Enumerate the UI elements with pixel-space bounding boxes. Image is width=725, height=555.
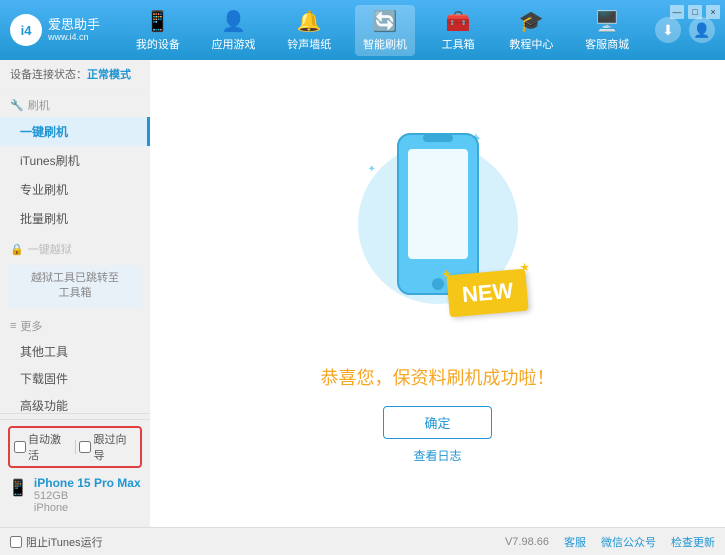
bottom-bar: 阻止iTunes运行 V7.98.66 客服 微信公众号 检查更新 xyxy=(0,527,725,555)
toolbox-icon: 🧰 xyxy=(446,9,471,34)
lock-icon: 🔒 xyxy=(10,243,24,256)
view-log-link[interactable]: 查看日志 xyxy=(413,447,461,464)
flash-group-header: 🔧 刷机 xyxy=(0,93,150,117)
new-badge: NEW xyxy=(446,268,529,317)
nav-tutorial[interactable]: 🎓 教程中心 xyxy=(501,5,561,56)
sidebar-item-one-click-flash[interactable]: 一键刷机 xyxy=(0,117,150,146)
check-update-link[interactable]: 检查更新 xyxy=(671,534,715,550)
more-section-header: ≡ 更多 xyxy=(0,314,150,338)
sidebar-scroll: 🔧 刷机 一键刷机 iTunes刷机 专业刷机 批量刷机 🔒 一键越狱 xyxy=(0,89,150,413)
flash-group: 🔧 刷机 一键刷机 iTunes刷机 专业刷机 批量刷机 xyxy=(0,93,150,233)
logo-icon: i4 xyxy=(10,14,42,46)
bottom-right: V7.98.66 客服 微信公众号 检查更新 xyxy=(505,534,715,550)
status-bar: 设备连接状态：正常模式 xyxy=(0,60,150,89)
device-info: 📱 iPhone 15 Pro Max 512GB iPhone xyxy=(8,474,142,516)
confirm-button[interactable]: 确定 xyxy=(383,406,491,439)
header: i4 爱思助手 www.i4.cn 📱 我的设备 👤 应用游戏 🔔 铃声墙纸 🔄 xyxy=(0,0,725,60)
apps-icon: 👤 xyxy=(221,9,246,34)
success-illustration: ✦ ✦ ✦ NEW 恭喜您，保资料刷机成功啦！ 确定 查看日志 xyxy=(321,124,555,464)
sidebar-item-download-firmware[interactable]: 下载固件 xyxy=(0,365,150,392)
sparkle-3: ✦ xyxy=(368,164,376,175)
device-name[interactable]: iPhone 15 Pro Max xyxy=(34,476,141,490)
nav-ringtones[interactable]: 🔔 铃声墙纸 xyxy=(279,5,339,56)
minimize-button[interactable]: — xyxy=(670,5,684,19)
more-icon: ≡ xyxy=(10,320,16,332)
divider xyxy=(75,440,76,454)
nav-apps-games[interactable]: 👤 应用游戏 xyxy=(204,5,264,56)
close-button[interactable]: × xyxy=(706,5,720,19)
logo: i4 爱思助手 www.i4.cn xyxy=(10,14,100,46)
device-icon: 📱 xyxy=(145,9,170,34)
wrench-icon: 🔧 xyxy=(10,99,24,112)
user-button[interactable]: 👤 xyxy=(689,17,715,43)
maximize-button[interactable]: □ xyxy=(688,5,702,19)
main-area: 设备连接状态：正常模式 🔧 刷机 一键刷机 iTunes刷机 专业刷机 批量刷机 xyxy=(0,60,725,527)
sidebar-item-other-tools[interactable]: 其他工具 xyxy=(0,338,150,365)
sidebar-item-advanced[interactable]: 高级功能 xyxy=(0,392,150,413)
tutorial-icon: 🎓 xyxy=(519,9,544,34)
main-content: ✦ ✦ ✦ NEW 恭喜您，保资料刷机成功啦！ 确定 查看日志 xyxy=(150,60,725,527)
guided-activation-input[interactable] xyxy=(79,441,91,453)
sidebar-item-pro-flash[interactable]: 专业刷机 xyxy=(0,175,150,204)
ringtones-icon: 🔔 xyxy=(297,9,322,34)
logo-text: 爱思助手 www.i4.cn xyxy=(48,17,100,43)
guided-activation-checkbox[interactable]: 跟过向导 xyxy=(79,431,136,463)
download-button[interactable]: ⬇ xyxy=(655,17,681,43)
version-text: V7.98.66 xyxy=(505,536,549,548)
auto-options-group: 自动激活 跟过向导 xyxy=(8,426,142,468)
sidebar-device-section: 自动激活 跟过向导 📱 iPhone 15 Pro Max 512GB iPho… xyxy=(0,413,150,527)
itunes-checkbox[interactable] xyxy=(10,536,22,548)
jailbreak-disabled: 🔒 一键越狱 xyxy=(0,237,150,261)
nav-smart-flash[interactable]: 🔄 智能刷机 xyxy=(355,5,415,56)
nav-toolbox[interactable]: 🧰 工具箱 xyxy=(431,5,486,56)
window-controls: — □ × xyxy=(670,5,720,19)
auto-activate-input[interactable] xyxy=(14,441,26,453)
header-right: ⬇ 👤 xyxy=(655,17,715,43)
device-section: 自动激活 跟过向导 📱 iPhone 15 Pro Max 512GB iPho… xyxy=(0,419,150,522)
phone-illustration: ✦ ✦ ✦ NEW xyxy=(338,124,538,344)
jailbreak-notice: 越狱工具已跳转至 工具箱 xyxy=(8,265,142,308)
success-message: 恭喜您，保资料刷机成功啦！ xyxy=(321,364,555,390)
sidebar-item-itunes-flash[interactable]: iTunes刷机 xyxy=(0,146,150,175)
service-icon: 🖥️ xyxy=(595,9,620,34)
nav-my-device[interactable]: 📱 我的设备 xyxy=(128,5,188,56)
flash-icon: 🔄 xyxy=(373,9,398,34)
sidebar-item-batch-flash[interactable]: 批量刷机 xyxy=(0,204,150,233)
sidebar: 设备连接状态：正常模式 🔧 刷机 一键刷机 iTunes刷机 专业刷机 批量刷机 xyxy=(0,60,150,527)
customer-service-link[interactable]: 客服 xyxy=(564,534,586,550)
wechat-link[interactable]: 微信公众号 xyxy=(601,534,656,550)
device-type: iPhone xyxy=(34,502,141,514)
iphone-icon: 📱 xyxy=(8,478,28,498)
device-details: iPhone 15 Pro Max 512GB iPhone xyxy=(34,476,141,514)
itunes-check[interactable]: 阻止iTunes运行 xyxy=(10,534,103,550)
nav-service[interactable]: 🖥️ 客服商城 xyxy=(577,5,637,56)
auto-activate-checkbox[interactable]: 自动激活 xyxy=(14,431,71,463)
device-storage: 512GB xyxy=(34,490,141,502)
nav-bar: 📱 我的设备 👤 应用游戏 🔔 铃声墙纸 🔄 智能刷机 🧰 工具箱 🎓 xyxy=(120,5,645,56)
